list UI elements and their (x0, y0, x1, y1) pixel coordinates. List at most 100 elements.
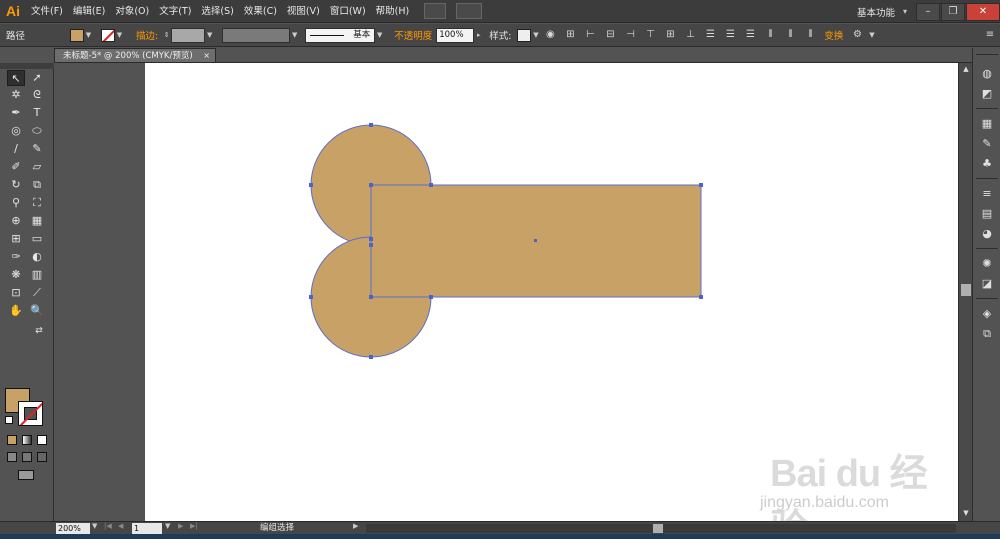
artboards-panel-icon[interactable]: ⧉ (979, 326, 995, 341)
swatches-panel-icon[interactable]: ▦ (979, 116, 995, 131)
stroke-panel-icon[interactable]: ≡ (979, 186, 995, 201)
menu-window[interactable]: 窗口(W) (325, 0, 371, 23)
next-page-icon[interactable]: ▶ (178, 522, 183, 530)
color-panel-icon[interactable]: ◍ (979, 66, 995, 81)
panel-grip[interactable] (0, 63, 54, 69)
vertical-scroll-thumb[interactable] (961, 284, 971, 296)
close-icon[interactable]: ✕ (966, 2, 1000, 21)
chevron-down-icon[interactable]: ▼ (375, 29, 384, 42)
chevron-right-icon[interactable]: ▸ (474, 29, 483, 42)
recolor-artwork-icon[interactable]: ◉ (543, 28, 557, 42)
screen-mode-icon[interactable] (18, 470, 34, 480)
align-bottom-icon[interactable]: ⊥ (683, 28, 697, 42)
pencil-tool-icon[interactable]: ✎ (28, 141, 46, 157)
lasso-tool-icon[interactable]: ᘓ (28, 87, 46, 103)
vertical-scrollbar[interactable]: ▲ ▼ (958, 63, 972, 521)
restore-icon[interactable]: ❐ (941, 2, 965, 21)
canvas-area[interactable]: Bai du 经验 jingyan.baidu.com (55, 63, 958, 539)
menu-file[interactable]: 文件(F) (26, 0, 68, 23)
column-graph-tool-icon[interactable]: ▥ (28, 267, 46, 283)
distribute-right-icon[interactable]: ⫴ (803, 28, 817, 42)
chevron-down-icon[interactable]: ▼ (84, 29, 93, 42)
scroll-down-icon[interactable]: ▼ (959, 509, 973, 519)
gradient-panel-icon[interactable]: ▤ (979, 206, 995, 221)
color-guide-icon[interactable]: ◩ (979, 86, 995, 101)
selection-tool-icon[interactable]: ↖ (7, 70, 25, 86)
menu-edit[interactable]: 编辑(E) (68, 0, 110, 23)
draw-normal-icon[interactable] (7, 452, 17, 462)
brushes-panel-icon[interactable]: ✎ (979, 136, 995, 151)
workspace-switcher[interactable]: 基本功能 (857, 5, 895, 19)
paintbrush-tool-icon[interactable]: ∕ (7, 141, 25, 157)
width-tool-icon[interactable]: ⚲ (7, 195, 25, 211)
gradient-mode-icon[interactable] (22, 435, 32, 445)
chevron-down-icon[interactable]: ▼ (531, 29, 540, 42)
menu-select[interactable]: 选择(S) (196, 0, 238, 23)
layers-panel-icon[interactable]: ◈ (979, 306, 995, 321)
fill-color-swatch[interactable] (70, 28, 84, 42)
zoom-field[interactable]: 200% (56, 523, 90, 534)
draw-behind-icon[interactable] (22, 452, 32, 462)
chevron-down-icon[interactable]: ▾ (903, 7, 907, 16)
type-tool-icon[interactable]: T (28, 105, 46, 121)
eyedropper-tool-icon[interactable]: ✑ (7, 249, 25, 265)
document-tab[interactable]: 未标题-5* @ 200% (CMYK/预览) × (54, 48, 216, 63)
swap-colors-icon[interactable]: ⇄ (30, 323, 48, 339)
transform-label[interactable]: 变换 (820, 28, 847, 42)
align-to-icon[interactable]: ⊞ (563, 28, 577, 42)
chevron-down-icon[interactable]: ▼ (290, 29, 299, 42)
chevron-down-icon[interactable]: ▼ (205, 29, 214, 42)
bridge-icon[interactable] (424, 3, 447, 19)
variable-width-field[interactable] (222, 27, 291, 43)
distribute-bottom-icon[interactable]: ☰ (743, 28, 757, 42)
page-field[interactable]: 1 (132, 523, 162, 534)
none-mode-icon[interactable] (37, 435, 47, 445)
horizontal-scroll-thumb[interactable] (653, 524, 663, 533)
align-top-icon[interactable]: ⊤ (643, 28, 657, 42)
eraser-tool-icon[interactable]: ▱ (28, 159, 46, 175)
arrange-documents-icon[interactable] (456, 3, 483, 19)
spiral-tool-icon[interactable]: ◎ (7, 123, 25, 139)
chevron-down-icon[interactable]: ▼ (867, 29, 876, 42)
panel-menu-icon[interactable]: ≡ (983, 28, 997, 42)
stroke-color-swatch[interactable] (101, 28, 115, 42)
draw-inside-icon[interactable] (37, 452, 47, 462)
align-center-icon[interactable]: ⊟ (603, 28, 617, 42)
prev-page-icon[interactable]: ◀ (118, 522, 123, 530)
scroll-up-icon[interactable]: ▲ (959, 65, 973, 75)
perspective-grid-tool-icon[interactable]: ▦ (28, 213, 46, 229)
stroke-label[interactable]: 描边: (132, 28, 162, 42)
stepper-icon[interactable]: ⇕ (162, 29, 171, 42)
graphic-style-swatch[interactable] (517, 28, 532, 42)
default-colors-icon[interactable] (5, 416, 13, 424)
mesh-tool-icon[interactable]: ⊞ (7, 231, 25, 247)
menu-type[interactable]: 文字(T) (154, 0, 196, 23)
blob-brush-tool-icon[interactable]: ✐ (7, 159, 25, 175)
stroke-color-box[interactable] (18, 401, 43, 426)
distribute-middle-icon[interactable]: ☰ (723, 28, 737, 42)
isolate-group-icon[interactable]: ⚙ (850, 28, 864, 42)
direct-selection-tool-icon[interactable]: ➚ (28, 70, 46, 86)
status-menu-icon[interactable]: ▶ (353, 522, 358, 530)
align-left-icon[interactable]: ⊢ (583, 28, 597, 42)
distribute-center-icon[interactable]: ⫴ (783, 28, 797, 42)
minimize-icon[interactable]: – (916, 2, 940, 21)
gradient-tool-icon[interactable]: ▭ (28, 231, 46, 247)
free-transform-tool-icon[interactable]: ⛶ (28, 195, 46, 211)
menu-view[interactable]: 视图(V) (282, 0, 325, 23)
graphic-styles-panel-icon[interactable]: ◪ (979, 276, 995, 291)
menu-object[interactable]: 对象(O) (110, 0, 154, 23)
opacity-label[interactable]: 不透明度 (390, 28, 436, 42)
artboard[interactable]: Bai du 经验 jingyan.baidu.com (145, 63, 958, 539)
shape-builder-tool-icon[interactable]: ⊕ (7, 213, 25, 229)
brush-definition-field[interactable]: 基本 (305, 27, 376, 43)
magic-wand-tool-icon[interactable]: ✲ (7, 87, 25, 103)
chevron-down-icon[interactable]: ▼ (115, 29, 124, 42)
color-mode-icon[interactable] (7, 435, 17, 445)
transparency-panel-icon[interactable]: ◕ (979, 226, 995, 241)
rotate-tool-icon[interactable]: ↻ (7, 177, 25, 193)
symbol-sprayer-tool-icon[interactable]: ❋ (7, 267, 25, 283)
ellipse-tool-icon[interactable]: ⬭ (28, 123, 46, 139)
last-page-icon[interactable]: ▶| (190, 522, 198, 530)
align-right-icon[interactable]: ⊣ (623, 28, 637, 42)
